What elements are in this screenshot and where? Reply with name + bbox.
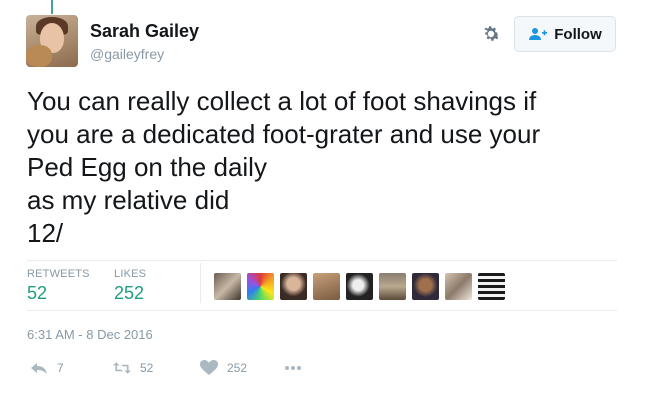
- more-dots-icon: [285, 366, 301, 370]
- reply-icon: [31, 363, 47, 374]
- retweet-count: 52: [140, 361, 154, 375]
- user-handle[interactable]: @gaileyfrey: [90, 46, 164, 62]
- tweet-text: You can really collect a lot of foot sha…: [27, 86, 541, 248]
- liker-avatar-1[interactable]: [213, 272, 242, 301]
- stats-separator: [200, 263, 201, 303]
- more-options-button[interactable]: [284, 360, 302, 376]
- liker-avatar-4[interactable]: [312, 272, 341, 301]
- liker-avatar-6[interactable]: [378, 272, 407, 301]
- like-button[interactable]: 252: [200, 360, 247, 376]
- liker-avatar-2[interactable]: [246, 272, 275, 301]
- follow-button[interactable]: Follow: [514, 16, 616, 52]
- tweet-timestamp[interactable]: 6:31 AM - 8 Dec 2016: [27, 327, 153, 342]
- gear-icon[interactable]: [480, 23, 502, 45]
- avatar[interactable]: [26, 15, 78, 67]
- likes-count[interactable]: 252: [114, 283, 144, 304]
- liker-avatar-8[interactable]: [444, 272, 473, 301]
- liker-avatar-9[interactable]: [477, 272, 506, 301]
- retweets-count[interactable]: 52: [27, 283, 47, 304]
- retweets-label: RETWEETS: [27, 268, 90, 280]
- display-name[interactable]: Sarah Gailey: [90, 21, 199, 42]
- heart-icon: [200, 360, 218, 375]
- follow-button-label: Follow: [554, 25, 602, 43]
- liker-avatar-5[interactable]: [345, 272, 374, 301]
- reply-count: 7: [57, 361, 64, 375]
- reply-button[interactable]: 7: [30, 360, 64, 376]
- divider-top: [27, 260, 617, 261]
- liker-avatar-3[interactable]: [279, 272, 308, 301]
- liker-avatar-7[interactable]: [411, 272, 440, 301]
- thread-connector-line: [51, 0, 53, 14]
- liker-avatars: [213, 272, 506, 301]
- like-count: 252: [227, 361, 248, 375]
- retweet-button[interactable]: 52: [113, 360, 153, 376]
- retweet-icon: [113, 362, 131, 374]
- divider-bottom: [27, 310, 617, 311]
- add-user-icon: [529, 28, 548, 40]
- likes-label: LIKES: [114, 268, 147, 280]
